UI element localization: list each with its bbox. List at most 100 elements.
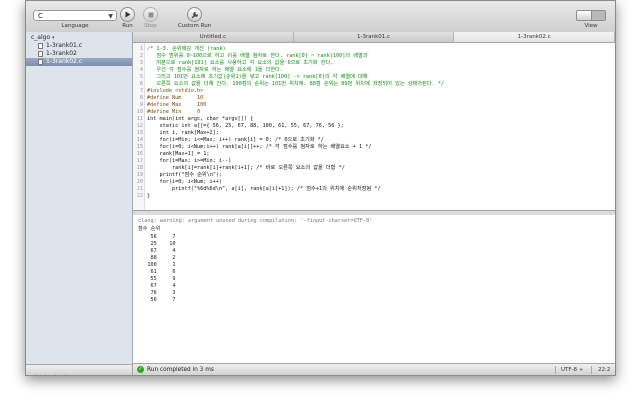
- code-line: 4 우선 각 점수를 첨자로 하는 배열 요소에 1을 더한다.: [133, 67, 615, 74]
- code-line: 11 int main(int argc, char *argv[]) {: [133, 116, 615, 123]
- code-line: 7 #include <stdio.h>: [133, 88, 615, 95]
- code-line: 17 for(i=Max; i>=Min; i--): [133, 158, 615, 165]
- line-number: 18: [136, 165, 143, 171]
- code-text: for(i=Max; i>=Min; i--): [147, 158, 232, 164]
- line-number: 17: [136, 158, 143, 164]
- code-line: 14 for(i=Min; i<=Max; i++) rank[i] = 0; …: [133, 137, 615, 144]
- language-select[interactable]: C ▼: [33, 10, 117, 21]
- code-line: 19 printf("점수 순위\n");: [133, 172, 615, 179]
- console-row: 25 10: [138, 241, 176, 247]
- line-number: 13: [136, 130, 143, 136]
- line-number: 3: [139, 60, 143, 66]
- code-line: 13 int i, rank[Max+2];: [133, 130, 615, 137]
- refresh-icon[interactable]: ↻: [46, 374, 56, 375]
- line-number: 5: [139, 74, 143, 80]
- line-number: 7: [139, 88, 143, 94]
- code-text: printf("점수 순위\n");: [147, 172, 223, 178]
- chevron-down-icon: ▾: [52, 35, 55, 41]
- chevron-down-icon: ▼: [108, 13, 113, 20]
- line-number: 1: [139, 46, 143, 52]
- code-line: 15 for(i=0; i<Num;i++) rank[a[i]]++; /* …: [133, 144, 615, 151]
- code-line: 12 static int a[]={ 56, 25, 67, 88, 100,…: [133, 123, 615, 130]
- code-text: rank[Max+1] = 1;: [147, 151, 210, 157]
- code-text: 오른쪽 요소의 값을 더해 간다. 100점의 순위는 101번 위치에, 88…: [147, 81, 445, 87]
- stop-label: Stop: [144, 23, 157, 29]
- tab-untitled[interactable]: Untitled.c: [133, 32, 294, 42]
- code-text: #define Max 100: [147, 102, 207, 108]
- custom-run-label: Custom Run: [177, 23, 212, 29]
- console-row: 55 9: [138, 276, 176, 282]
- check-icon: ✓: [137, 366, 144, 373]
- code-line: 21 printf("%6d%6d\n", a[i], rank[a[i]+1]…: [133, 186, 615, 193]
- stop-icon: [148, 12, 153, 17]
- view-right-toggle[interactable]: [591, 11, 605, 20]
- line-number: 19: [136, 172, 143, 178]
- code-text: for(i=0; i<Num;i++) rank[a[i]]++; /* 각 점…: [147, 144, 372, 150]
- tab-rank02[interactable]: 1-3rank02.c: [454, 32, 615, 42]
- code-text: static int a[]={ 56, 25, 67, 88, 100, 61…: [147, 123, 344, 129]
- line-number: 2: [139, 53, 143, 59]
- line-number: 15: [136, 144, 143, 150]
- line-number: 16: [136, 151, 143, 157]
- sidebar-item-label: 1-3rank02: [46, 50, 77, 57]
- code-text: 그리고 101번 요소에 초기값(순위1)을 넣고 rank[100] -> r…: [147, 74, 368, 80]
- view-left-toggle[interactable]: [577, 11, 592, 20]
- code-text: for(i=Min; i<=Max; i++) rank[i] = 0; /* …: [147, 137, 324, 143]
- line-number: 22: [136, 193, 143, 199]
- console-warning: clang: warning: argument unused during c…: [138, 218, 373, 224]
- console-row: 56 7: [138, 297, 176, 303]
- console-row: 76 3: [138, 290, 176, 296]
- encoding-select[interactable]: UTF-8 ÷: [561, 364, 583, 375]
- code-line: 20 for(i=0; i<Num; i++): [133, 179, 615, 186]
- code-editor[interactable]: 1/* 1-3. 순위매김 개선 (rank) 2 점수 범위를 0~100으로 …: [133, 43, 615, 210]
- sidebar-item-label: 1-3rank02.c: [46, 58, 83, 65]
- console-row: 67 4: [138, 283, 176, 289]
- line-number: 20: [136, 179, 143, 185]
- code-text: int main(int argc, char *argv[]) {: [147, 116, 254, 122]
- status-bar: ✓ Run completed in 3 ms UTF-8 ÷ 22:2: [133, 363, 615, 375]
- sidebar-item-file[interactable]: 1-3rank01.c: [26, 42, 132, 50]
- run-label: Run: [122, 23, 133, 29]
- console-header: 점수 순위: [138, 226, 161, 232]
- sidebar-item-file[interactable]: 1-3rank02: [26, 50, 132, 58]
- code-line: 1 /* 1-3. 순위매김 개선 (rank): [133, 46, 615, 53]
- line-number: 21: [136, 186, 143, 192]
- sidebar-item-file-selected[interactable]: 1-3rank02.c: [26, 58, 132, 66]
- line-number: 14: [136, 137, 143, 143]
- language-value: C: [38, 12, 43, 20]
- divider: [555, 366, 556, 374]
- add-icon[interactable]: +: [26, 374, 36, 375]
- wrench-icon: [191, 11, 198, 18]
- app-window: C ▼ Language Run Stop Custom Run View c_…: [25, 0, 616, 376]
- line-number: 9: [139, 102, 143, 108]
- sidebar-group[interactable]: c_algo ▾: [26, 32, 132, 42]
- folder-icon[interactable]: ▭: [36, 374, 46, 375]
- line-number: 12: [136, 123, 143, 129]
- cursor-position: 22:2: [598, 367, 611, 373]
- tab-rank01[interactable]: 1-3rank01.c: [293, 32, 455, 42]
- code-line: 8 #define Num 10: [133, 95, 615, 102]
- stop-button[interactable]: [143, 7, 158, 22]
- console-row: 61 6: [138, 269, 176, 275]
- code-line: 18 rank[i]=rank[i]+rank[i+1]; /* 바로 오른쪽 …: [133, 165, 615, 172]
- code-line: 10 #define Min 0: [133, 109, 615, 116]
- code-text: for(i=0; i<Num; i++): [147, 179, 222, 185]
- code-line: 6 오른쪽 요소의 값을 더해 간다. 100점의 순위는 101번 위치에, …: [133, 81, 615, 88]
- code-line: 5 그리고 101번 요소에 초기값(순위1)을 넣고 rank[100] ->…: [133, 74, 615, 81]
- view-toggle[interactable]: [576, 10, 606, 21]
- code-text: }: [147, 193, 151, 199]
- gear-icon[interactable]: ⚙: [56, 374, 66, 375]
- language-label: Language: [61, 23, 89, 29]
- line-number: 6: [139, 81, 143, 87]
- sidebar: c_algo ▾ 1-3rank01.c 1-3rank02 1-3rank02…: [26, 32, 133, 375]
- custom-run-button[interactable]: [187, 7, 202, 22]
- view-label: View: [584, 23, 598, 29]
- console-row: 67 4: [138, 248, 176, 254]
- code-line: 9 #define Max 100: [133, 102, 615, 109]
- tab-bar: Untitled.c 1-3rank01.c 1-3rank02.c: [133, 32, 615, 43]
- code-line: 2 점수 범위를 0~100으로 하고 이를 배열 첨자로 한다. rank[0…: [133, 53, 615, 60]
- run-button[interactable]: [120, 7, 135, 22]
- line-number: 8: [139, 95, 143, 101]
- code-text: #define Num 10: [147, 95, 204, 101]
- code-text: int i, rank[Max+2];: [147, 130, 219, 136]
